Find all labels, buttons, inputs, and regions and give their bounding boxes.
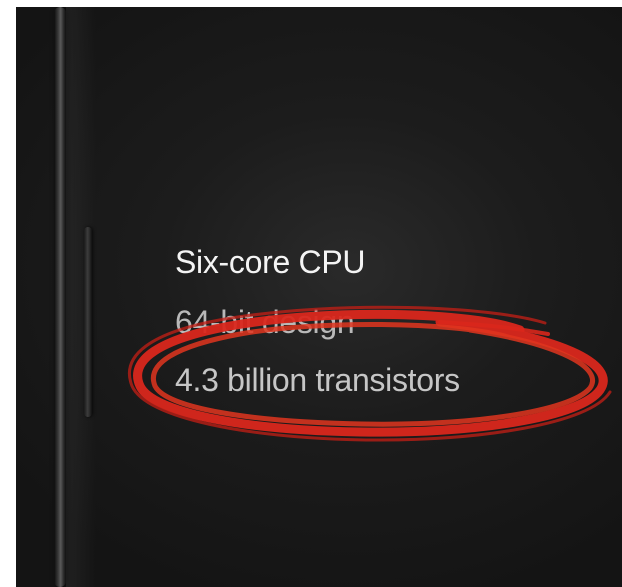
spec-transistor-count: 4.3 billion transistors (175, 362, 460, 398)
spec-cpu-cores: Six-core CPU (175, 244, 366, 280)
device-side-button (84, 227, 92, 417)
presentation-slide (16, 7, 622, 587)
screenshot-frame: Six-core CPU 64-bit design 4.3 billion t… (0, 0, 622, 587)
spec-bit-design: 64-bit design (175, 304, 355, 340)
device-edge (54, 7, 66, 587)
